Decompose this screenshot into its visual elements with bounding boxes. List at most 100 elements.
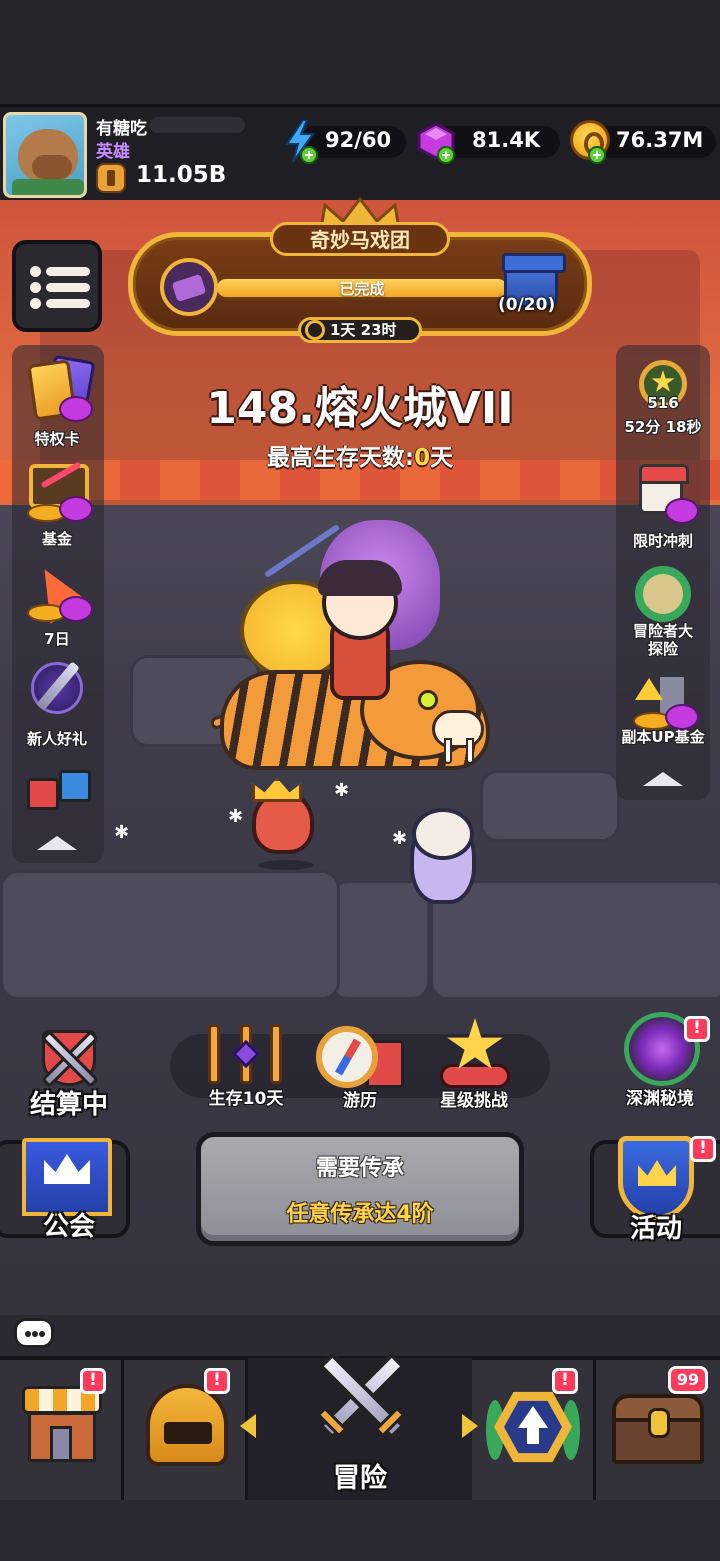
fund-icon [21,456,93,528]
privilege-card-icon [21,354,96,428]
star-challenge-label: 星级挑战 [440,1091,508,1111]
stage-subtitle: 最高生存天数:0天 [0,438,720,472]
tiger-muzzle [432,710,484,748]
survival-gate-button[interactable] [206,1024,286,1084]
sidebar-label: 基金 [41,530,72,548]
shop-icon [22,1386,102,1466]
sidebar-item-fund[interactable]: 基金 [12,456,102,549]
circus-ticket-icon [160,258,218,316]
battle-pass-count: 516 [647,394,679,412]
player-name: 有糖吃 [96,119,147,139]
treasure-chest-icon [612,1394,704,1468]
sidebar-item-adventurer-expedition[interactable]: 冒险者大 探险 [618,560,708,658]
adventurer-expedition-icon [627,560,699,632]
gift-bundle-icon [21,756,93,816]
event-timer: 1天 23时 [330,321,397,339]
dungeon-fund-icon [627,664,699,736]
settle-button[interactable] [36,1024,102,1090]
equipment-alert-icon: ! [204,1368,230,1394]
upgrade-alert-icon: ! [552,1368,578,1394]
survival-days: 0 [414,445,431,471]
abyss-label: 深渊秘境 [626,1089,694,1109]
collapse-left-sidebar-icon[interactable] [37,836,77,850]
sidebar-label: 限时冲刺 [632,532,693,550]
snowflake-icon: ✱ [334,780,350,801]
abyss-alert-icon: ! [684,1016,710,1042]
name-underline [150,117,245,133]
stopwatch-icon [305,320,325,340]
guild-label: 公会 [42,1212,95,1242]
shadow [258,860,314,870]
energy-value: 92/60 [325,128,392,152]
menu-line [46,299,90,308]
travel-label: 游历 [343,1091,377,1111]
sidebar-item-time-sprint[interactable]: 限时冲刺 [618,458,708,551]
inheritance-requirement: 任意传承达4阶 [286,1202,434,1227]
sidebar-label: 新人好礼 [26,730,87,748]
hero-hair [318,560,402,596]
star-challenge-button[interactable] [440,1018,510,1088]
power-icon [96,163,126,193]
survive-label: 生存10天 [208,1089,284,1109]
tiger-fang [466,738,474,764]
sidebar-item-newbie-gift[interactable]: 新人好礼 [12,656,102,749]
stone-wall [0,870,340,1000]
gem-value: 81.4K [472,128,541,152]
compass-icon[interactable] [316,1026,378,1088]
gold-plus-icon[interactable] [588,146,606,164]
seven-day-icon [21,556,93,628]
princess-head [412,808,474,860]
sidebar-item-seven-day[interactable]: 7日 [12,556,102,649]
event-progress: (0/20) [498,295,556,315]
shop-alert-icon: ! [80,1368,106,1394]
top-status-area [0,0,720,105]
sidebar-item-battle-pass[interactable]: 516 52分 18秒 [618,356,708,437]
star-pedestal [440,1064,510,1088]
up-arrow-stem [527,1426,539,1444]
tiger-fang [444,738,452,764]
settle-label: 结算中 [29,1090,108,1120]
menu-line [46,267,90,276]
sidebar-item-gift-bundle[interactable] [12,756,102,816]
nav-left-arrow-icon [240,1414,256,1438]
sidebar-label: 7日 [44,630,70,648]
event-status: 已完成 [339,280,385,298]
energy-plus-icon[interactable] [300,146,318,164]
sidebar-item-privilege-card[interactable]: 特权卡 [12,354,102,449]
tiger-eye [418,690,438,710]
power-value: 11.05B [136,162,227,188]
stone-block [480,770,620,842]
menu-dot [30,266,41,277]
snowflake-icon: ✱ [392,828,408,849]
gem-plus-icon[interactable] [437,146,455,164]
snowflake-icon: ✱ [228,806,244,827]
menu-line [46,283,90,292]
battle-pass-timer: 52分 18秒 [624,418,702,436]
inheritance-title: 需要传承 [315,1156,404,1181]
collapse-right-sidebar-icon[interactable] [643,772,683,786]
newbie-gift-icon [21,656,93,728]
events-alert-icon: ! [690,1136,716,1162]
player-title: 英雄 [96,142,130,162]
crossed-swords-icon [300,1344,420,1444]
subtitle-prefix: 最高生存天数: [266,445,415,471]
gold-value: 76.37M [616,128,704,152]
events-label: 活动 [629,1214,682,1244]
calendar-sprint-icon [627,458,699,530]
capybara-snout [32,155,72,179]
up-arrow-icon [518,1406,548,1428]
menu-dot [30,282,41,293]
event-title: 奇妙马戏团 [310,228,410,252]
battle-pass-icon: 516 [627,356,699,416]
chat-bubble-icon[interactable] [14,1318,54,1348]
sidebar-item-dungeon-fund[interactable]: 副本UP基金 [618,664,708,747]
adventure-label: 冒险 [333,1463,387,1494]
stage-title: 148.熔火城VII [206,383,514,434]
menu-dot [30,298,41,309]
chest-count-badge: 99 [668,1366,708,1394]
scarf [12,179,84,195]
player-avatar[interactable] [3,112,87,198]
helmet-icon [146,1384,228,1466]
main-menu-button[interactable] [12,240,102,332]
nav-right-arrow-icon [462,1414,478,1438]
